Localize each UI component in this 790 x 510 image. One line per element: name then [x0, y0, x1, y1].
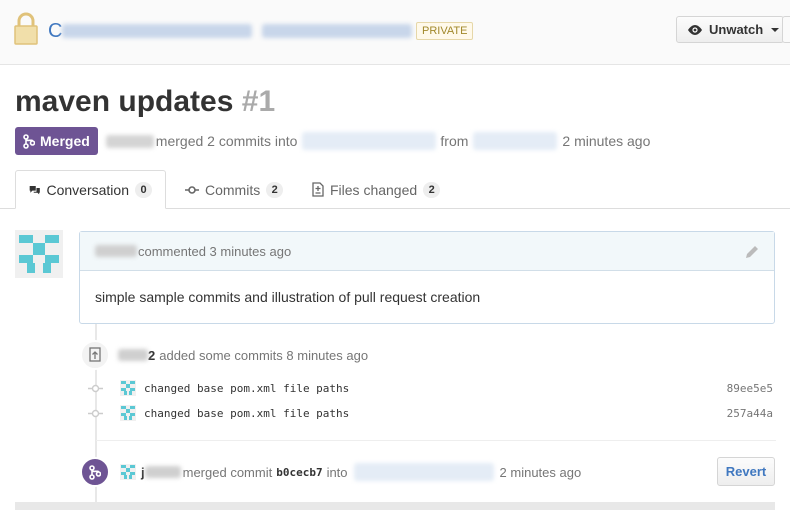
commit-row: changed base pom.xml file paths 257a44a	[88, 402, 773, 424]
merge-commit-sha[interactable]: b0cecb7	[276, 466, 322, 479]
base-branch-redacted[interactable]	[302, 132, 437, 150]
avatar[interactable]	[120, 405, 136, 421]
tab-conversation[interactable]: Conversation 0	[15, 170, 166, 209]
comment-header: commented 3 minutes ago	[80, 232, 774, 271]
merge-event-label: merged commit	[182, 464, 273, 480]
head-branch-redacted[interactable]	[473, 132, 558, 150]
avatar[interactable]	[120, 380, 136, 396]
commit-message[interactable]: changed base pom.xml file paths	[144, 382, 349, 395]
commit-icon	[88, 384, 103, 392]
repo-owner-redacted[interactable]	[62, 24, 252, 38]
commit-icon	[185, 185, 199, 194]
commit-sha[interactable]: 89ee5e5	[727, 382, 773, 395]
merge-event	[80, 457, 110, 487]
watch-count-button[interactable]	[782, 16, 790, 43]
author-redacted[interactable]	[105, 134, 154, 148]
repo-push-icon	[80, 340, 110, 370]
merge-time: 2 minutes ago	[499, 464, 582, 480]
merge-event-text: j merged commit b0cecb7 into 2 minutes a…	[120, 457, 581, 487]
avatar[interactable]	[15, 230, 63, 278]
committer-redacted[interactable]	[118, 349, 148, 361]
state-badge: Merged	[15, 127, 98, 155]
git-merge-icon	[80, 457, 110, 487]
tab-commits-count: 2	[266, 181, 284, 198]
divider	[96, 440, 776, 441]
tab-commits[interactable]: Commits 2	[185, 170, 284, 209]
comment-discussion-icon	[29, 185, 40, 194]
merger-redacted[interactable]	[144, 466, 181, 478]
private-badge: PRIVATE	[416, 22, 474, 40]
lock-icon	[14, 12, 38, 45]
commits-event: 2 added some commits 8 minutes ago	[80, 340, 368, 370]
page-title: maven updates #1	[15, 84, 275, 120]
comment-author-redacted[interactable]	[95, 245, 137, 257]
commit-icon	[88, 409, 103, 417]
tab-bar: Conversation 0 Commits 2 Files changed 2	[0, 170, 790, 209]
tab-commits-label: Commits	[205, 181, 261, 198]
unwatch-label: Unwatch	[709, 22, 764, 37]
merged-time: 2 minutes ago	[562, 133, 651, 149]
commits-event-text: added some commits 8 minutes ago	[159, 347, 369, 363]
state-label: Merged	[40, 133, 90, 149]
commit-row: changed base pom.xml file paths 89ee5e5	[88, 377, 773, 399]
committer-suffix[interactable]: 2	[148, 348, 155, 363]
tab-conversation-label: Conversation	[46, 181, 130, 198]
pr-number: #1	[241, 85, 276, 118]
tab-conversation-count: 0	[135, 181, 152, 198]
comment-body: simple sample commits and illustration o…	[95, 289, 481, 305]
comment-header-text: commented 3 minutes ago	[138, 243, 292, 259]
repo-header: C PRIVATE Unwatch	[0, 0, 790, 65]
merge-status-bar	[15, 502, 775, 510]
avatar[interactable]	[120, 464, 136, 480]
revert-button[interactable]: Revert	[717, 457, 775, 486]
chevron-down-icon	[771, 27, 780, 32]
merge-into-text: into	[326, 464, 348, 480]
pr-title-text: maven updates	[15, 85, 234, 118]
tab-files-changed-label: Files changed	[330, 181, 418, 198]
tab-files-changed[interactable]: Files changed 2	[312, 170, 441, 209]
unwatch-button[interactable]: Unwatch	[676, 16, 784, 43]
repo-name-redacted[interactable]	[262, 24, 412, 38]
eye-icon	[688, 24, 702, 35]
merged-text: merged 2 commits into	[155, 133, 298, 149]
merge-icon	[23, 133, 35, 149]
comment-box: commented 3 minutes ago simple sample co…	[79, 231, 775, 324]
file-diff-icon	[312, 182, 324, 197]
commit-sha[interactable]: 257a44a	[727, 407, 773, 420]
from-text: from	[440, 133, 469, 149]
pencil-icon[interactable]	[744, 244, 760, 260]
tab-files-changed-count: 2	[423, 181, 441, 198]
commit-message[interactable]: changed base pom.xml file paths	[144, 407, 349, 420]
repo-owner-link[interactable]: C	[48, 20, 62, 42]
pr-meta: Merged merged 2 commits into from 2 minu…	[15, 127, 650, 155]
merge-branch-redacted[interactable]	[353, 463, 494, 481]
